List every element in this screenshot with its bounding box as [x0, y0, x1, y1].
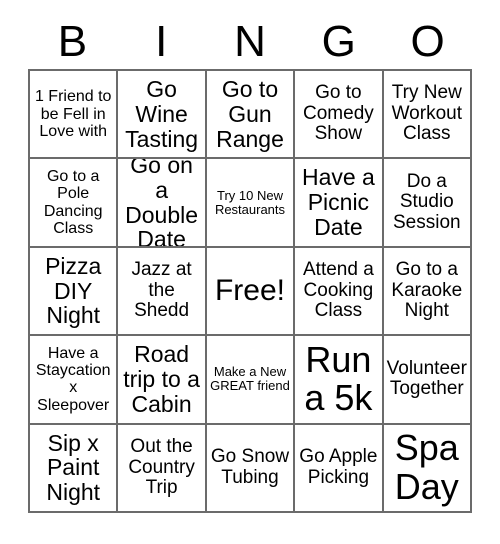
bingo-cell-label: Have a Picnic Date: [301, 164, 375, 240]
bingo-cell-label: Go to a Pole Dancing Class: [43, 168, 103, 237]
bingo-card: B I N G O 1 Friend to be Fell in Love wi…: [0, 0, 500, 544]
bingo-cell-label: Do a Studio Session: [392, 170, 461, 233]
bingo-cell-label: Go Apple Picking: [299, 446, 378, 488]
bingo-cell-label: Out the Country Trip: [128, 436, 195, 499]
bingo-cell-label: Pizza DIY Night: [45, 252, 102, 329]
bingo-cell-label: Try New Workout Class: [391, 82, 462, 145]
bingo-cell-label: Sip x Paint Night: [46, 429, 101, 506]
bingo-cell[interactable]: Go Apple Picking: [295, 424, 384, 513]
bingo-cell[interactable]: Spa Day: [383, 424, 472, 513]
bingo-cell[interactable]: Go on a Double Date: [118, 159, 207, 248]
bingo-cell[interactable]: Road trip to a Cabin: [118, 336, 207, 425]
bingo-cell-label: Go to Comedy Show: [303, 82, 374, 145]
bingo-cell-label: Go to a Karaoke Night: [391, 259, 463, 322]
bingo-cell-label: Road trip to a Cabin: [123, 341, 200, 417]
bingo-cell[interactable]: Do a Studio Session: [383, 159, 472, 248]
bingo-letter-n: N: [234, 17, 266, 66]
bingo-cell[interactable]: Sip x Paint Night: [30, 424, 119, 513]
bingo-cell[interactable]: Go to Comedy Show: [295, 71, 384, 160]
bingo-cell-label: Go Snow Tubing: [210, 446, 290, 488]
bingo-cell-label: Try 10 New Restaurants: [214, 187, 286, 217]
bingo-cell[interactable]: Go to a Pole Dancing Class: [30, 159, 119, 248]
bingo-cell[interactable]: 1 Friend to be Fell in Love with: [30, 71, 119, 160]
bingo-cell-label: Jazz at the Shedd: [131, 259, 192, 322]
bingo-cell[interactable]: Try New Workout Class: [383, 71, 472, 160]
bingo-cell-label: Go Wine Tasting: [125, 75, 199, 152]
bingo-cell-label: Free!: [214, 273, 285, 307]
bingo-header: B I N G O: [28, 16, 472, 68]
bingo-cell[interactable]: Have a Picnic Date: [295, 159, 384, 248]
bingo-cell-label: Have a Staycation x Sleepover: [35, 344, 111, 414]
bingo-letter-o: O: [410, 17, 445, 66]
bingo-cell[interactable]: Run a 5k: [295, 336, 384, 425]
bingo-cell-label: Attend a Cooking Class: [303, 259, 374, 322]
bingo-cell-label: Make a New GREAT friend: [210, 364, 290, 394]
bingo-cell-label: Go to Gun Range: [216, 75, 284, 152]
bingo-cell[interactable]: Attend a Cooking Class: [295, 247, 384, 337]
bingo-cell-label: Go on a Double Date: [125, 159, 199, 248]
bingo-letter-g: G: [321, 17, 356, 66]
bingo-cell-label: 1 Friend to be Fell in Love with: [34, 88, 112, 140]
bingo-cell[interactable]: Go Snow Tubing: [206, 424, 296, 513]
bingo-free-cell[interactable]: Free!: [206, 247, 296, 337]
bingo-cell[interactable]: Go to a Karaoke Night: [383, 247, 472, 337]
bingo-cell-label: Run a 5k: [304, 338, 373, 419]
bingo-cell[interactable]: Go to Gun Range: [206, 71, 296, 160]
bingo-cell[interactable]: Pizza DIY Night: [30, 247, 119, 337]
bingo-cell[interactable]: Have a Staycation x Sleepover: [30, 336, 119, 425]
bingo-cell-label: Volunteer Together: [386, 357, 467, 400]
bingo-grid: 1 Friend to be Fell in Love with Go Wine …: [28, 69, 472, 513]
bingo-cell[interactable]: Volunteer Together: [383, 336, 472, 425]
bingo-letter-i: I: [155, 17, 168, 66]
bingo-letter-b: B: [57, 17, 88, 66]
bingo-cell[interactable]: Try 10 New Restaurants: [206, 159, 296, 248]
bingo-cell-label: Spa Day: [394, 426, 459, 507]
bingo-cell[interactable]: Jazz at the Shedd: [118, 247, 207, 337]
bingo-cell[interactable]: Make a New GREAT friend: [206, 336, 296, 425]
bingo-cell[interactable]: Out the Country Trip: [118, 424, 207, 513]
bingo-cell[interactable]: Go Wine Tasting: [118, 71, 207, 160]
